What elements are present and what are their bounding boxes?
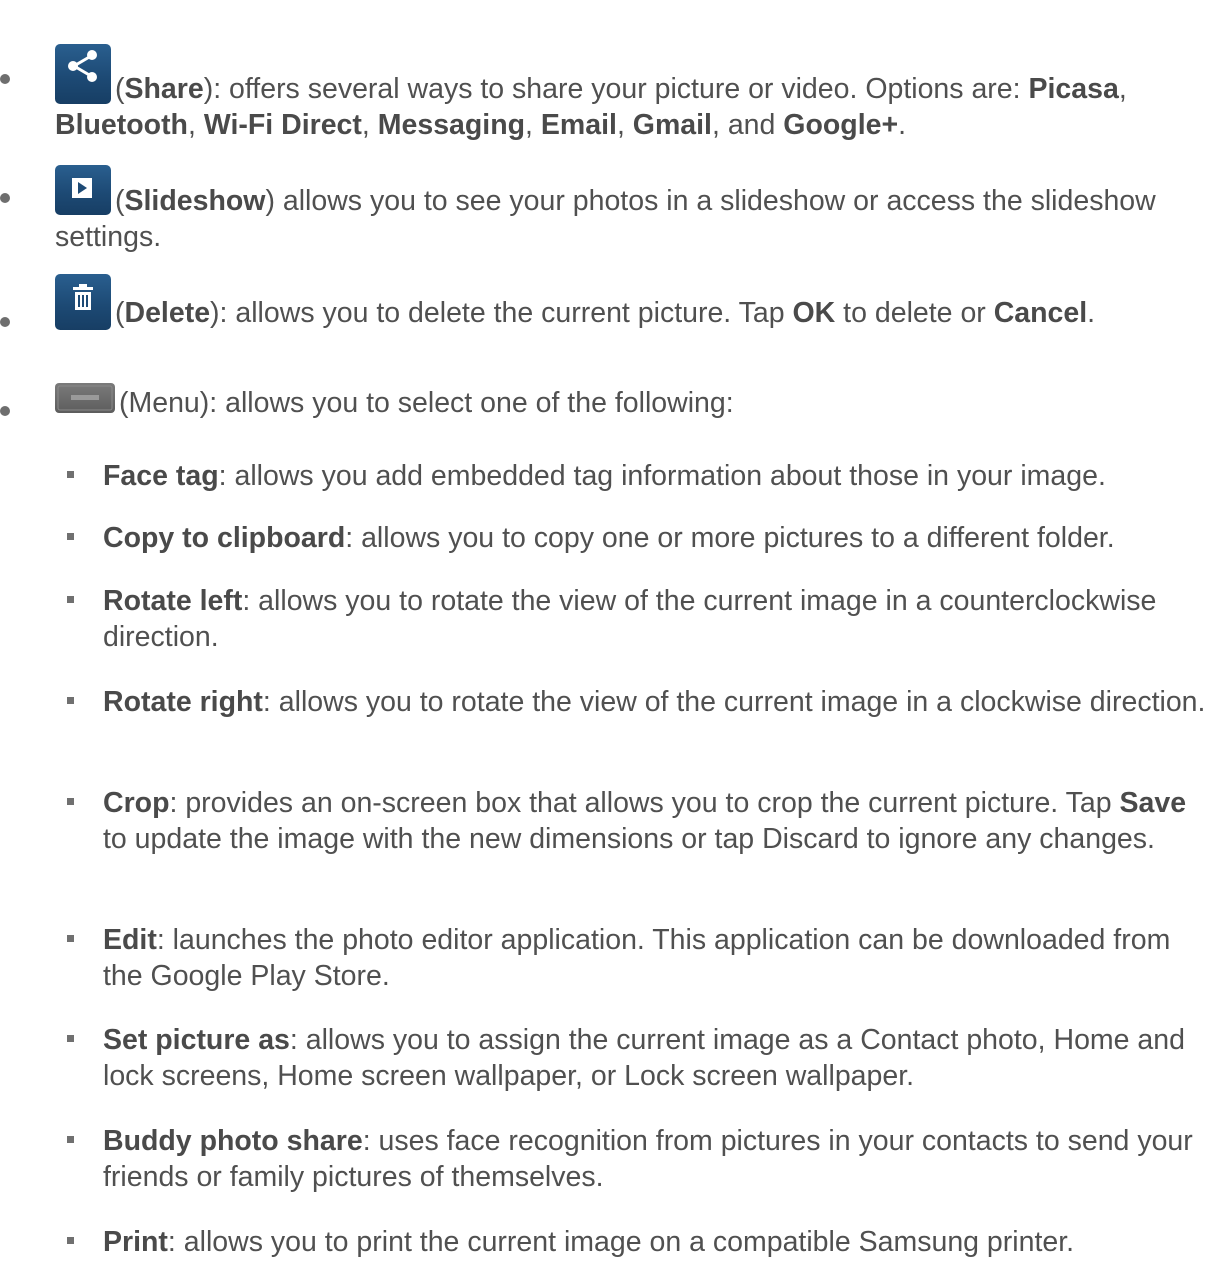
menu-icon (55, 383, 115, 413)
bullet (0, 193, 10, 203)
item-text: (Share): offers several ways to share yo… (55, 44, 1206, 143)
square-bullet (67, 697, 74, 704)
square-bullet (67, 935, 74, 942)
delete-icon (55, 274, 111, 330)
item-text: (Menu): allows you to select one of the … (55, 383, 1206, 421)
square-bullet (67, 1136, 74, 1143)
square-bullet (67, 471, 74, 478)
square-bullet (67, 1035, 74, 1042)
help-page: (Share): offers several ways to share yo… (0, 0, 1212, 1277)
bullet (0, 317, 10, 327)
square-bullet (67, 1237, 74, 1244)
slideshow-icon (55, 165, 111, 215)
square-bullet (67, 798, 74, 805)
bullet (0, 406, 10, 416)
share-label: Share (124, 73, 204, 105)
item-text: (Slideshow) allows you to see your photo… (55, 165, 1206, 255)
bullet (0, 74, 10, 84)
delete-label: Delete (124, 297, 211, 329)
square-bullet (67, 533, 74, 540)
share-icon (55, 44, 111, 104)
square-bullet (67, 596, 74, 603)
slideshow-label: Slideshow (124, 185, 266, 217)
item-text: (Delete): allows you to delete the curre… (55, 274, 1206, 331)
